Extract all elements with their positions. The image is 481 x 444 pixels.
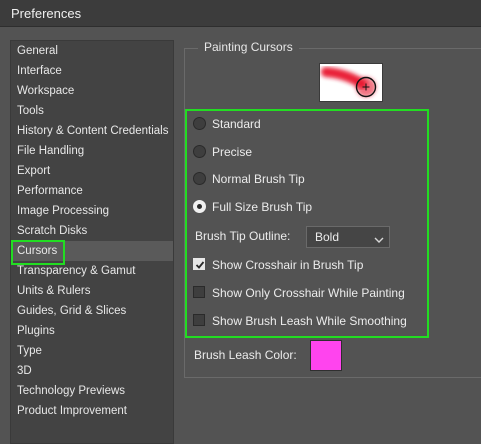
sidebar-item-workspace[interactable]: Workspace — [11, 81, 173, 101]
sidebar-item-general[interactable]: General — [11, 41, 173, 61]
radio-precise-control[interactable] — [193, 145, 206, 158]
sidebar-item-scratch-disks[interactable]: Scratch Disks — [11, 221, 173, 241]
sidebar-item-export[interactable]: Export — [11, 161, 173, 181]
sidebar-item-technology-previews[interactable]: Technology Previews — [11, 381, 173, 401]
sidebar-item-file-handling[interactable]: File Handling — [11, 141, 173, 161]
cursor-preview — [319, 63, 383, 102]
sidebar-item-history-content-credentials[interactable]: History & Content Credentials — [11, 121, 173, 141]
brush-tip-outline-label: Brush Tip Outline: — [195, 229, 291, 243]
checkbox-show-brush-leash-control[interactable] — [193, 314, 205, 326]
sidebar-item-plugins[interactable]: Plugins — [11, 321, 173, 341]
radio-standard-label: Standard — [212, 117, 261, 131]
brush-tip-outline-select[interactable]: Bold — [306, 226, 390, 248]
radio-normal-brush-tip-control[interactable] — [193, 172, 206, 185]
checkbox-show-only-crosshair-control[interactable] — [193, 286, 205, 298]
brush-leash-color-label: Brush Leash Color: — [194, 348, 297, 362]
sidebar-item-units-rulers[interactable]: Units & Rulers — [11, 281, 173, 301]
checkbox-show-only-crosshair-label: Show Only Crosshair While Painting — [212, 286, 405, 300]
brush-leash-color-swatch[interactable] — [310, 340, 342, 371]
painting-cursors-title: Painting Cursors — [198, 40, 299, 54]
sidebar-item-tools[interactable]: Tools — [11, 101, 173, 121]
checkbox-show-brush-leash-label: Show Brush Leash While Smoothing — [212, 314, 407, 328]
sidebar-item-type[interactable]: Type — [11, 341, 173, 361]
sidebar-item-3d[interactable]: 3D — [11, 361, 173, 381]
radio-standard-control[interactable] — [193, 117, 206, 130]
sidebar-item-cursors[interactable]: Cursors — [11, 241, 173, 261]
sidebar-item-product-improvement[interactable]: Product Improvement — [11, 401, 173, 421]
sidebar-item-image-processing[interactable]: Image Processing — [11, 201, 173, 221]
sidebar-item-guides-grid-slices[interactable]: Guides, Grid & Slices — [11, 301, 173, 321]
window-title: Preferences — [11, 6, 82, 21]
brush-tip-outline-value: Bold — [315, 230, 340, 244]
chevron-down-icon — [374, 233, 384, 247]
radio-precise-label: Precise — [212, 145, 253, 159]
radio-full-size-brush-tip-control[interactable] — [193, 200, 206, 213]
brush-cursor-preview-icon — [321, 67, 377, 98]
sidebar-item-performance[interactable]: Performance — [11, 181, 173, 201]
checkmark-icon — [195, 261, 205, 269]
sidebar-item-transparency-gamut[interactable]: Transparency & Gamut — [11, 261, 173, 281]
radio-full-size-brush-tip-label: Full Size Brush Tip — [212, 200, 313, 214]
sidebar-item-interface[interactable]: Interface — [11, 61, 173, 81]
radio-normal-brush-tip-label: Normal Brush Tip — [212, 172, 305, 186]
title-bar: Preferences — [0, 0, 481, 27]
checkbox-show-crosshair-control[interactable] — [193, 258, 205, 270]
checkbox-show-crosshair-label: Show Crosshair in Brush Tip — [212, 258, 364, 272]
preferences-sidebar: General Interface Workspace Tools Histor… — [10, 40, 174, 444]
